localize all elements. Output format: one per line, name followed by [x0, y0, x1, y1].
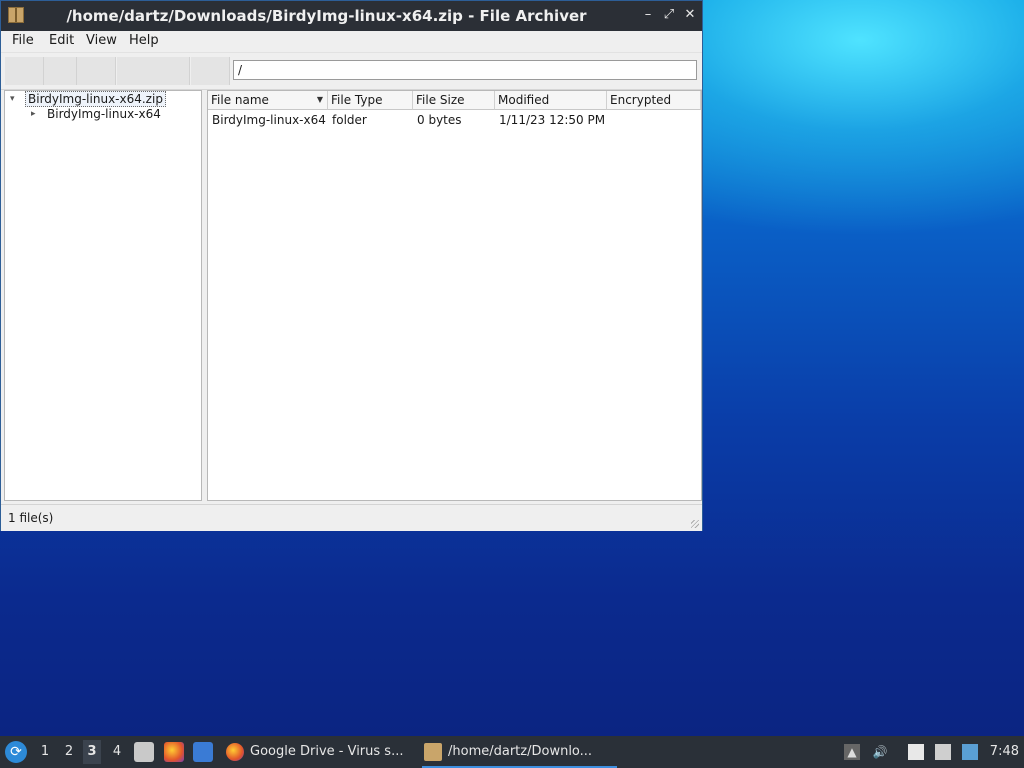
toolbar-back-button[interactable] [5, 57, 44, 85]
workspace-3[interactable]: 3 [83, 740, 101, 764]
menu-view[interactable]: View [86, 33, 117, 48]
expander-right-icon[interactable]: ▸ [31, 109, 41, 119]
firefox-icon [226, 743, 244, 761]
task-file-archiver[interactable]: /home/dartz/Downlo... [422, 740, 617, 768]
tree-child-item[interactable]: BirdyImg-linux-x64 [47, 107, 161, 121]
volume-icon[interactable]: 🔊 [872, 744, 888, 760]
minimize-button[interactable]: – [640, 7, 656, 23]
network-icon[interactable] [935, 744, 951, 760]
task-file-archiver-label: /home/dartz/Downlo... [448, 744, 593, 759]
toolbar-forward-button[interactable] [44, 57, 77, 85]
window-title: /home/dartz/Downloads/BirdyImg-linux-x64… [66, 7, 587, 25]
archive-tree: ▾ BirdyImg-linux-x64.zip ▸ BirdyImg-linu… [4, 90, 202, 501]
close-button[interactable]: ✕ [682, 7, 698, 23]
maximize-button[interactable]: ⤢ [661, 7, 677, 23]
column-file-name[interactable]: File name ▼ [208, 91, 328, 110]
task-google-drive[interactable]: Google Drive - Virus s... [224, 740, 414, 766]
archive-app-icon [8, 7, 24, 23]
column-modified[interactable]: Modified [495, 91, 607, 110]
column-file-size[interactable]: File Size [413, 91, 495, 110]
location-field[interactable]: / [233, 60, 697, 80]
expander-down-icon[interactable]: ▾ [10, 94, 20, 104]
sort-descending-icon: ▼ [316, 95, 323, 104]
toolbar-extract-button[interactable] [117, 57, 190, 85]
clock[interactable]: 7:48 [990, 744, 1019, 759]
cell-file-type: folder [332, 113, 367, 127]
archive-icon [424, 743, 442, 761]
menu-edit[interactable]: Edit [49, 33, 74, 48]
workspace-2[interactable]: 2 [60, 744, 78, 759]
cell-encrypted [607, 111, 701, 129]
task-google-drive-label: Google Drive - Virus s... [250, 744, 404, 759]
file-list: File name ▼ File Type File Size Modified… [207, 90, 702, 501]
firefox-launcher-icon[interactable] [164, 742, 184, 762]
column-encrypted[interactable]: Encrypted [607, 91, 701, 110]
cell-file-name: BirdyImg-linux-x64 [212, 113, 326, 127]
toolbar-home-button[interactable] [191, 57, 230, 85]
toolbar-up-button[interactable] [77, 57, 116, 85]
workspace-1[interactable]: 1 [36, 744, 54, 759]
cell-modified: 1/11/23 12:50 PM [499, 113, 606, 127]
tree-root-label: BirdyImg-linux-x64.zip [25, 91, 166, 107]
title-bar[interactable]: /home/dartz/Downloads/BirdyImg-linux-x64… [1, 1, 702, 31]
cell-file-size: 0 bytes [417, 113, 462, 127]
column-file-name-label: File name [211, 93, 269, 107]
desktop-launcher-icon[interactable] [193, 742, 213, 762]
file-manager-launcher-icon[interactable] [134, 742, 154, 762]
status-bar: 1 file(s) [1, 504, 702, 531]
clipboard-icon[interactable] [908, 744, 924, 760]
workspace-4[interactable]: 4 [108, 744, 126, 759]
menu-file[interactable]: File [12, 33, 34, 48]
tree-child-label: BirdyImg-linux-x64 [47, 107, 161, 121]
menu-help[interactable]: Help [129, 33, 159, 48]
start-menu-icon[interactable]: ⟳ [5, 741, 27, 763]
tree-root-item[interactable]: BirdyImg-linux-x64.zip [25, 91, 166, 107]
column-file-type[interactable]: File Type [328, 91, 413, 110]
update-notifier-icon[interactable] [962, 744, 978, 760]
resize-grip-icon[interactable] [691, 520, 699, 528]
menu-bar: File Edit View Help [1, 31, 702, 51]
status-text: 1 file(s) [8, 511, 54, 525]
file-archiver-window: /home/dartz/Downloads/BirdyImg-linux-x64… [0, 0, 703, 531]
toolbar: / [1, 52, 702, 90]
eject-icon[interactable]: ▲ [844, 744, 860, 760]
taskbar: ⟳ 1 2 3 4 Google Drive - Virus s... /hom… [0, 736, 1024, 768]
